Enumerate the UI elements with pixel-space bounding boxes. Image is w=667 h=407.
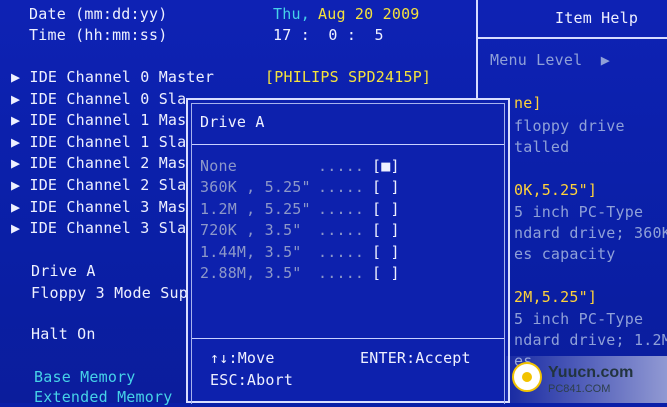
menu-level-arrow-icon: ▶: [582, 51, 611, 69]
option-label: 1.44M, 3.5": [200, 243, 302, 261]
help-line: ne]: [514, 94, 542, 112]
bios-screen: Date (mm:dd:yy) Time (hh:mm:ss) Thu, Aug…: [0, 0, 667, 406]
ide-item[interactable]: ▶ IDE Channel 1 Sla: [11, 132, 186, 152]
ide-item[interactable]: ▶ IDE Channel 0 Sla: [11, 89, 186, 109]
base-memory-label: Base Memory: [34, 368, 136, 386]
option-mark: [ ]: [372, 178, 400, 196]
help-line: es capacity: [514, 245, 616, 263]
help-line: 0K,5.25"]: [514, 181, 598, 199]
option-label: 360K , 5.25": [200, 178, 311, 196]
submenu-arrow-icon: ▶: [11, 154, 30, 172]
submenu-arrow-icon: ▶: [11, 176, 30, 194]
option-dots: .....: [318, 178, 365, 196]
submenu-arrow-icon: ▶: [11, 219, 30, 237]
abort-hint: ESC:Abort: [210, 371, 294, 389]
menu-level: Menu Level ▶: [490, 51, 611, 69]
option-label: 720K , 3.5": [200, 221, 302, 239]
submenu-arrow-icon: ▶: [11, 198, 30, 216]
option-label: 1.2M , 5.25": [200, 200, 311, 218]
watermark-text: Yuucn.com: [548, 364, 634, 381]
ide-master-value: [PHILIPS SPD2415P]: [265, 68, 432, 86]
watermark-subtext: PC841.COM: [548, 383, 611, 395]
submenu-arrow-icon: ▶: [11, 133, 30, 151]
help-line: ndard drive; 1.2M: [514, 331, 667, 349]
halt-on-label[interactable]: Halt On: [31, 324, 96, 344]
option-dots: .....: [318, 264, 365, 282]
ide-item[interactable]: ▶ IDE Channel 1 Mas: [11, 110, 186, 130]
option-dots: .....: [318, 157, 365, 175]
ide-item[interactable]: ▶ IDE Channel 2 Mas: [11, 153, 186, 173]
option-dots: .....: [318, 200, 365, 218]
submenu-arrow-icon: ▶: [11, 90, 30, 108]
ide-item[interactable]: ▶ IDE Channel 3 Sla: [11, 218, 186, 238]
date-label: Date (mm:dd:yy): [29, 5, 168, 23]
help-title: Item Help: [555, 9, 639, 27]
drive-a-popup: Drive A None ..... [■] 360K , 5.25" ....…: [186, 98, 510, 404]
date-value[interactable]: Aug 20 2009: [318, 4, 420, 24]
help-line: talled: [514, 138, 570, 156]
option-mark: [ ]: [372, 221, 400, 239]
option-selected-mark: [■]: [372, 157, 400, 175]
drive-a-label[interactable]: Drive A: [31, 261, 96, 281]
extended-memory-label: Extended Memory: [34, 388, 173, 406]
help-line: 2M,5.25"]: [514, 288, 598, 306]
option-mark: [ ]: [372, 243, 400, 261]
help-line: 5 inch PC-Type: [514, 203, 644, 221]
option-mark: [ ]: [372, 264, 400, 282]
help-line: 5 inch PC-Type: [514, 310, 644, 328]
option-dots: .....: [318, 243, 365, 261]
time-value[interactable]: 17 : 0 : 5: [273, 25, 384, 45]
watermark-logo-icon: [512, 362, 542, 392]
date-day: Thu,: [273, 5, 310, 23]
help-line: ndard drive; 360K: [514, 224, 667, 242]
option-label: 2.88M, 3.5": [200, 264, 302, 282]
option-label: None: [200, 157, 237, 175]
ide-item[interactable]: ▶ IDE Channel 3 Mas: [11, 197, 186, 217]
floppy-mode-label[interactable]: Floppy 3 Mode Sup: [31, 283, 188, 303]
option-mark: [ ]: [372, 200, 400, 218]
ide-item[interactable]: ▶ IDE Channel 2 Sla: [11, 175, 186, 195]
submenu-arrow-icon: ▶: [11, 111, 30, 129]
enter-hint: ENTER:Accept: [360, 349, 471, 367]
move-hint: ↑↓:Move: [210, 349, 275, 367]
ide-item[interactable]: ▶ IDE Channel 0 Master: [11, 67, 214, 87]
option-dots: .....: [318, 221, 365, 239]
popup-title-divider: [192, 144, 504, 145]
popup-footer-divider: [192, 338, 504, 339]
popup-title: Drive A: [200, 113, 265, 131]
time-label: Time (hh:mm:ss): [29, 26, 168, 44]
help-line: floppy drive: [514, 117, 625, 135]
help-title-divider: [478, 37, 667, 39]
submenu-arrow-icon: ▶: [11, 68, 30, 86]
